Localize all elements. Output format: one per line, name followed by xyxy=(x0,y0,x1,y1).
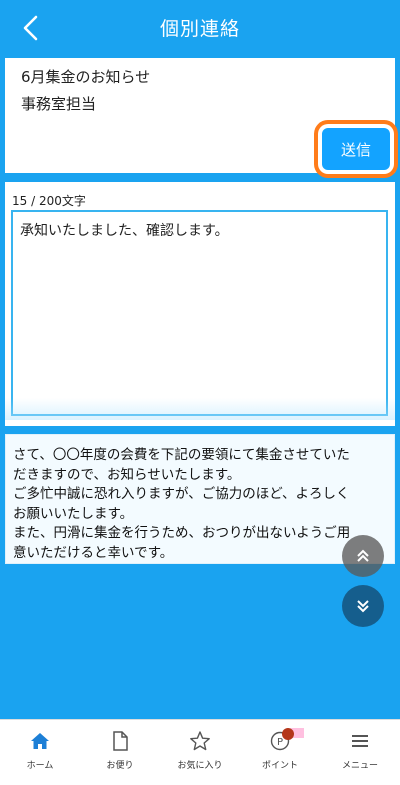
nav-home[interactable]: ホーム xyxy=(0,720,80,785)
svg-text:P: P xyxy=(277,737,283,748)
notice-line: 意いただけると幸いです。 xyxy=(13,544,174,561)
nav-favorites[interactable]: お気に入り xyxy=(160,720,240,785)
notice-line: また、円滑に集金を行うため、おつりが出ないようご用 xyxy=(13,525,351,542)
double-chevron-up-icon xyxy=(357,549,369,562)
double-chevron-down-icon xyxy=(357,600,369,613)
message-sender: 事務室担当 xyxy=(21,95,97,113)
nav-letters-label: お便り xyxy=(106,761,134,771)
notice-line: ご多忙中誠に恐れ入りますが、ご協力のほど、よろしく xyxy=(13,486,350,503)
scroll-top-button[interactable] xyxy=(342,535,384,577)
scroll-bottom-button[interactable] xyxy=(342,585,384,627)
bottom-nav: ホーム お便り お気に入り P ポイント メニュー xyxy=(0,719,400,785)
message-title: 6月集金のお知らせ xyxy=(21,68,151,86)
star-icon xyxy=(190,731,210,751)
notification-badge xyxy=(282,728,294,740)
reply-input[interactable]: 承知いたしました、確認します。 xyxy=(11,210,388,416)
char-counter: 15 / 200文字 xyxy=(12,194,86,208)
nav-letters[interactable]: お便り xyxy=(80,720,160,785)
nav-menu-label: メニュー xyxy=(341,761,378,771)
document-icon xyxy=(113,731,128,751)
nav-points[interactable]: P ポイント xyxy=(240,720,320,785)
compose-area: 15 / 200文字 承知いたしました、確認します。 xyxy=(5,182,395,426)
home-icon xyxy=(31,733,49,749)
notice-line: お願いいたします。 xyxy=(13,505,134,522)
nav-favorites-label: お気に入り xyxy=(177,761,223,771)
menu-icon xyxy=(352,735,368,747)
notice-line: さて、〇〇年度の会費を下記の要領にて集金させていた xyxy=(13,447,350,463)
nav-menu[interactable]: メニュー xyxy=(320,720,400,785)
page-title: 個別連絡 xyxy=(159,18,240,40)
notice-body: さて、〇〇年度の会費を下記の要領にて集金させていた だきますので、お知らせいたし… xyxy=(5,434,395,564)
notice-line: だきますので、お知らせいたします。 xyxy=(13,466,241,483)
nav-home-label: ホーム xyxy=(26,761,54,771)
send-button[interactable]: 送信 xyxy=(322,128,390,170)
nav-points-label: ポイント xyxy=(261,761,298,771)
app-header: 個別連絡 xyxy=(0,0,400,54)
